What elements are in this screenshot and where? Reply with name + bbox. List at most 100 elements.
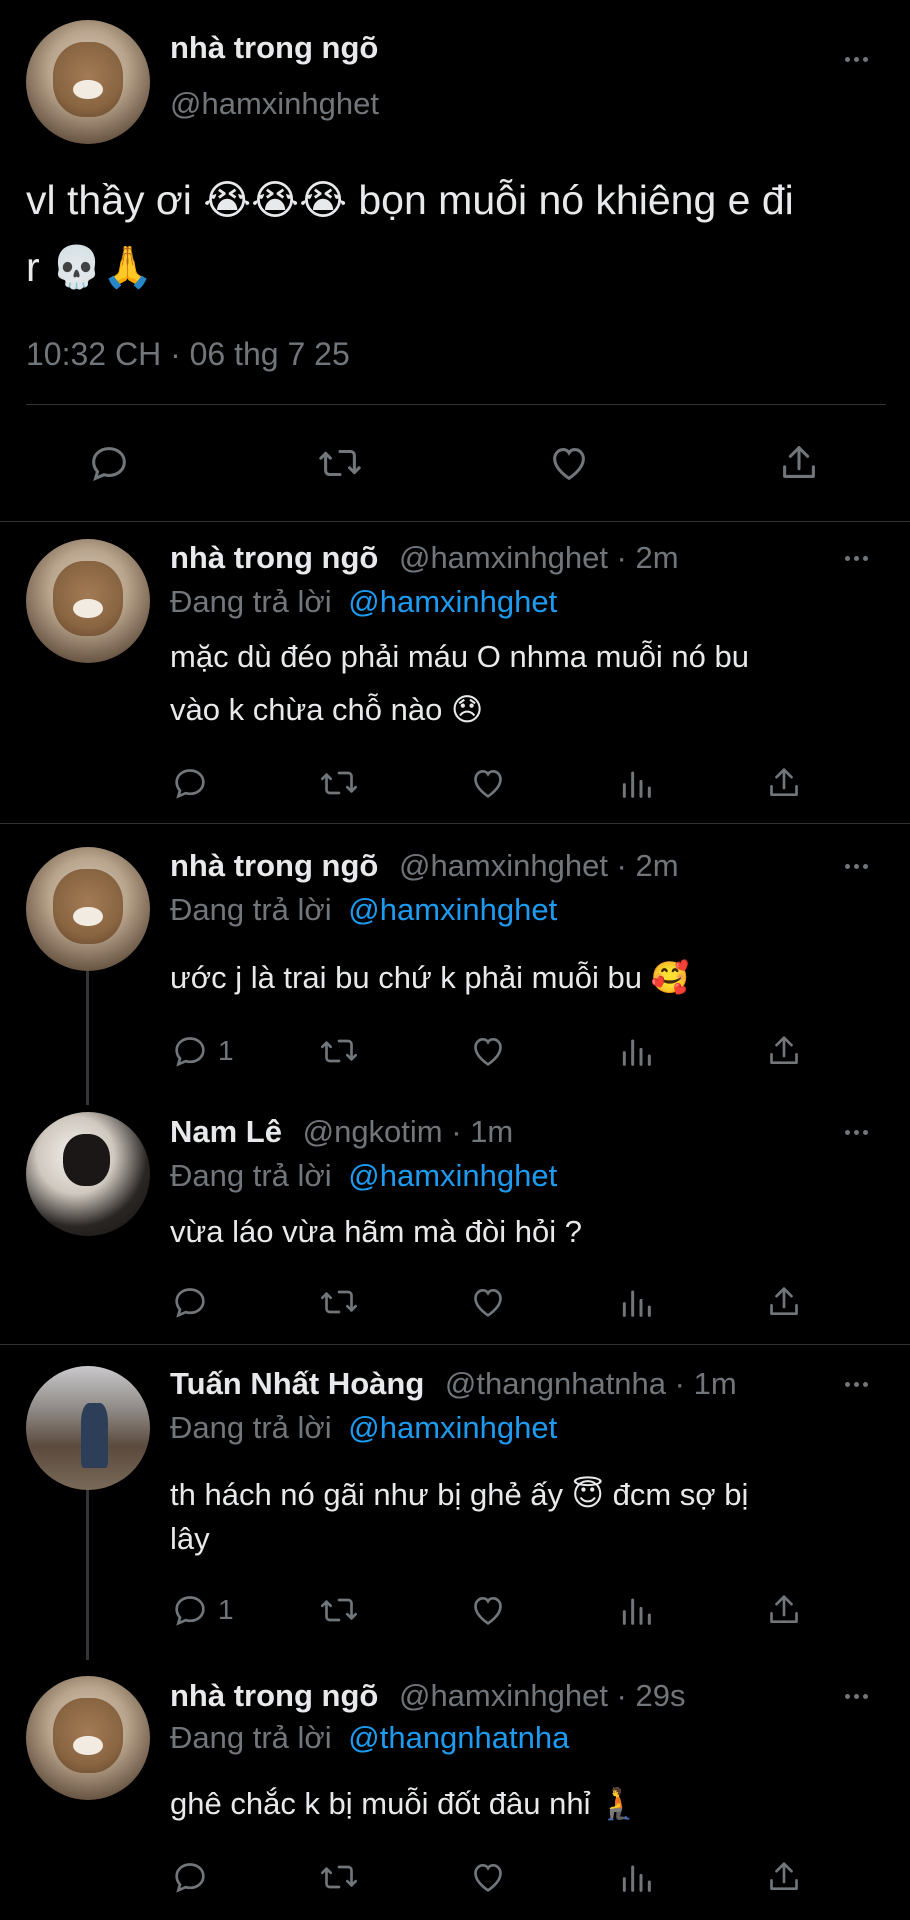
author-name[interactable]: nhà trong ngõ [170,30,378,66]
like-button[interactable] [468,763,508,803]
reply-header: Tuấn Nhất Hoàng @thangnhatnha · 1m [170,1366,737,1402]
reply-text-line-2: vào k chừa chỗ nào 😞 [170,692,484,727]
author-meta[interactable]: @hamxinhghet · 2m [399,848,679,883]
replying-to: Đang trả lời @hamxinhghet [170,892,557,928]
heart-icon [474,1037,502,1066]
author-handle[interactable]: @hamxinhghet [170,86,379,122]
thread-line [86,970,89,1105]
reply-button[interactable]: 1 [170,1031,234,1071]
like-button[interactable] [546,440,592,486]
share-button[interactable] [764,763,804,803]
reply-icon [175,769,205,799]
divider [0,1344,910,1345]
author-name[interactable]: Nam Lê [170,1114,282,1149]
share-icon [770,1036,798,1064]
avatar[interactable] [26,1112,150,1236]
tweet-text-line-1: vl thầy ơi 😭😭😭 bọn muỗi nó khiêng e đi [26,177,794,223]
reply-text-line-1: ước j là trai bu chứ k phải muỗi bu 🥰 [170,960,690,995]
replying-to: Đang trả lời @thangnhatnha [170,1720,569,1756]
more-options-icon[interactable] [845,57,868,62]
author-meta[interactable]: @hamxinhghet · 2m [399,540,679,575]
reply-text-line-1: vừa láo vừa hãm mà đòi hỏi ? [170,1214,582,1249]
share-button[interactable] [764,1590,804,1630]
divider [0,521,910,522]
replying-handle[interactable]: @hamxinhghet [348,584,557,619]
share-icon [770,1595,798,1623]
avatar[interactable] [26,1676,150,1800]
tweet-text-line-2: r 💀🙏 [26,244,154,290]
replying-to: Đang trả lời @hamxinhghet [170,1410,557,1446]
reply-button[interactable] [86,440,132,486]
reply-text-line-1: mặc dù đéo phải máu O nhma muỗi nó bu [170,639,750,674]
share-button[interactable] [764,1282,804,1322]
share-icon [770,1862,798,1890]
retweet-button[interactable] [318,1031,360,1071]
author-meta[interactable]: @ngkotim · 1m [303,1114,514,1149]
avatar[interactable] [26,20,150,144]
replying-label: Đang trả lời [170,1158,332,1193]
like-button[interactable] [468,1282,508,1322]
reply-header: nhà trong ngõ @hamxinhghet · 2m [170,848,679,884]
reply-icon [175,1288,205,1318]
views-button[interactable] [616,1282,656,1322]
replying-to: Đang trả lời @hamxinhghet [170,584,557,620]
replying-label: Đang trả lời [170,1410,332,1445]
like-button[interactable] [468,1857,508,1897]
more-options-icon[interactable] [845,1694,868,1699]
reply-button[interactable] [170,1282,210,1322]
like-button[interactable] [468,1031,508,1071]
retweet-icon [319,449,361,477]
reply-header: nhà trong ngõ @hamxinhghet · 29s [170,1678,685,1714]
replying-handle[interactable]: @hamxinhghet [348,892,557,927]
replying-label: Đang trả lời [170,1720,332,1755]
reply-button[interactable]: 1 [170,1590,234,1630]
share-button[interactable] [764,1031,804,1071]
more-options-icon[interactable] [845,1130,868,1135]
author-name[interactable]: nhà trong ngõ [170,848,378,883]
retweet-button[interactable] [318,763,360,803]
share-button[interactable] [764,1857,804,1897]
author-name[interactable]: nhà trong ngõ [170,1678,378,1713]
reply-text-line-1: th hách nó gãi như bị ghẻ ấy 😇 đcm sợ bị [170,1477,749,1512]
heart-icon [474,1863,502,1892]
thread-line [86,1490,89,1660]
reply-icon [175,1037,205,1067]
author-meta[interactable]: @hamxinhghet · 29s [399,1678,686,1713]
retweet-icon [321,1039,357,1063]
retweet-button[interactable] [318,1590,360,1630]
share-icon [770,1287,798,1315]
replying-handle[interactable]: @thangnhatnha [348,1720,569,1755]
author-name[interactable]: Tuấn Nhất Hoàng [170,1366,424,1401]
avatar[interactable] [26,539,150,663]
author-name[interactable]: nhà trong ngõ [170,540,378,575]
share-button[interactable] [776,440,822,486]
reply-header: nhà trong ngõ @hamxinhghet · 2m [170,540,679,576]
divider [26,404,886,405]
more-options-icon[interactable] [845,1382,868,1387]
like-button[interactable] [468,1590,508,1630]
views-button[interactable] [616,1590,656,1630]
reply-button[interactable] [170,1857,210,1897]
views-button[interactable] [616,1857,656,1897]
replying-handle[interactable]: @hamxinhghet [348,1158,557,1193]
avatar[interactable] [26,1366,150,1490]
avatar[interactable] [26,847,150,971]
tweet-timestamp[interactable]: 10:32 CH · 06 thg 7 25 [26,336,350,373]
more-options-icon[interactable] [845,864,868,869]
views-button[interactable] [616,1031,656,1071]
replying-label: Đang trả lời [170,892,332,927]
replying-handle[interactable]: @hamxinhghet [348,1410,557,1445]
views-button[interactable] [616,763,656,803]
reply-text-line-1: ghê chắc k bị muỗi đốt đâu nhỉ 🧎 [170,1786,638,1821]
heart-icon [474,1288,502,1317]
retweet-button[interactable] [318,1282,360,1322]
author-meta[interactable]: @thangnhatnha · 1m [445,1366,737,1401]
more-options-icon[interactable] [845,556,868,561]
retweet-button[interactable] [318,1857,360,1897]
replying-to: Đang trả lời @hamxinhghet [170,1158,557,1194]
reply-count: 1 [218,1594,234,1625]
reply-text-line-2: lây [170,1521,210,1556]
retweet-button[interactable] [316,440,364,486]
reply-button[interactable] [170,763,210,803]
retweet-icon [321,1598,357,1622]
